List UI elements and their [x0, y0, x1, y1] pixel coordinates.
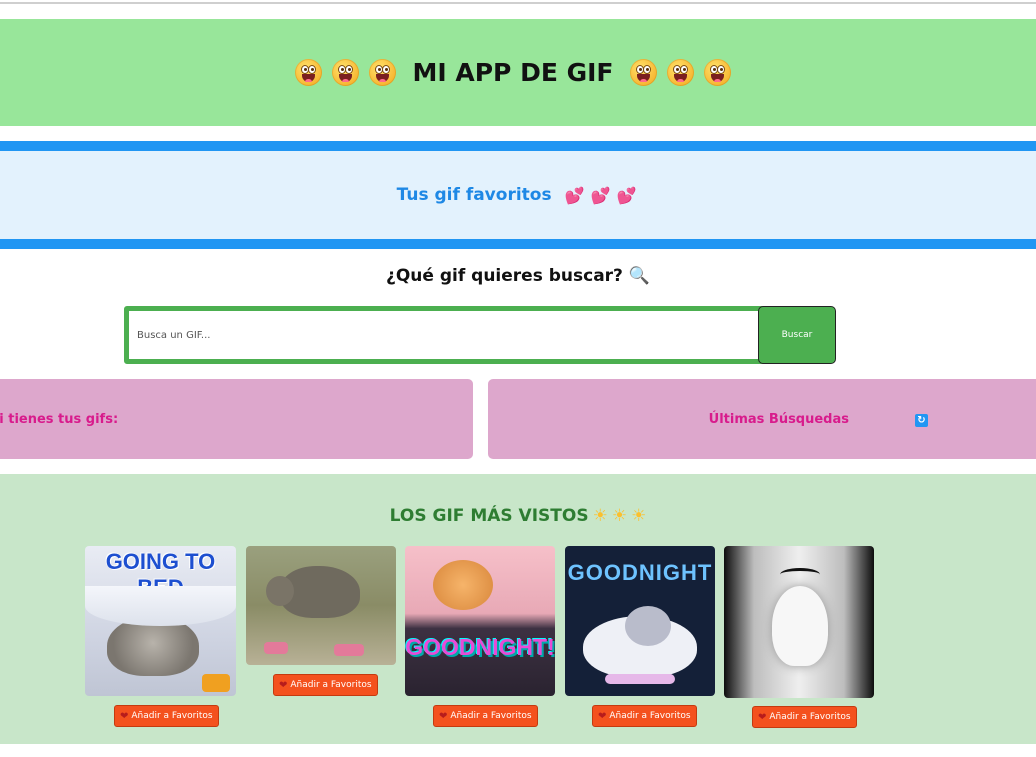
- grinning-face-icon: [332, 59, 360, 86]
- app-header: MI APP DE GIF: [0, 19, 1036, 126]
- gif-card[interactable]: GOODNIGHT!: [405, 546, 555, 696]
- gif-card[interactable]: [246, 546, 396, 665]
- grinning-face-icon: [629, 59, 657, 86]
- add-favorite-button[interactable]: ❤ Añadir a Favoritos: [273, 674, 378, 696]
- grinning-face-icon: [295, 59, 323, 86]
- recent-searches-panel: Últimas Búsquedas ↻: [488, 379, 1036, 459]
- app-title: MI APP DE GIF: [412, 58, 614, 87]
- sun-icon: ☀: [592, 506, 608, 526]
- two-hearts-icon: 💕: [590, 185, 611, 205]
- gif-card[interactable]: GOING TO BED: [85, 546, 236, 696]
- add-favorite-button[interactable]: ❤ Añadir a Favoritos: [114, 705, 219, 727]
- popular-gifs-section: LOS GIF MÁS VISTOS☀☀☀ GOING TO BED ❤Añad…: [0, 474, 1036, 744]
- two-hearts-icon: 💕: [564, 185, 585, 205]
- heart-icon: ❤: [598, 710, 607, 722]
- sun-icon: ☀: [631, 506, 647, 526]
- gif-caption: GOODNIGHT: [567, 560, 713, 585]
- heart-icon: ❤: [758, 711, 767, 723]
- grinning-face-icon: [703, 59, 731, 86]
- heart-icon: ❤: [120, 710, 129, 722]
- search-input[interactable]: [124, 306, 765, 364]
- gif-card[interactable]: GOODNIGHT: [565, 546, 715, 696]
- add-favorite-button[interactable]: ❤ Añadir a Favoritos: [592, 705, 697, 727]
- refresh-icon[interactable]: ↻: [915, 413, 928, 427]
- favorites-label: Tus gif favoritos: [396, 185, 552, 205]
- heart-icon: ❤: [439, 710, 448, 722]
- sun-icon: ☀: [611, 506, 628, 526]
- add-favorite-button[interactable]: ❤ Añadir a Favoritos: [433, 705, 538, 727]
- gifs-panel: ui tienes tus gifs:: [0, 379, 473, 459]
- gifs-panel-label: ui tienes tus gifs:: [0, 411, 119, 427]
- popular-title: LOS GIF MÁS VISTOS ☀ ☀ ☀: [389, 506, 647, 526]
- top-divider: [0, 2, 1036, 4]
- grinning-face-icon: [369, 59, 397, 86]
- search-button[interactable]: Buscar: [758, 306, 836, 364]
- favorites-section: Tus gif favoritos 💕 💕 💕: [0, 141, 1036, 249]
- search-question: ¿Qué gif quieres buscar? 🔍: [385, 266, 651, 286]
- grinning-face-icon: [666, 59, 694, 86]
- two-hearts-icon: 💕: [616, 185, 637, 205]
- add-favorite-button[interactable]: ❤ Añadir a Favoritos: [752, 706, 857, 728]
- recent-searches-label: Últimas Búsquedas ↻: [709, 412, 988, 427]
- gif-caption: GOODNIGHT!: [405, 634, 555, 660]
- heart-icon: ❤: [279, 679, 288, 691]
- gif-card[interactable]: [724, 546, 874, 698]
